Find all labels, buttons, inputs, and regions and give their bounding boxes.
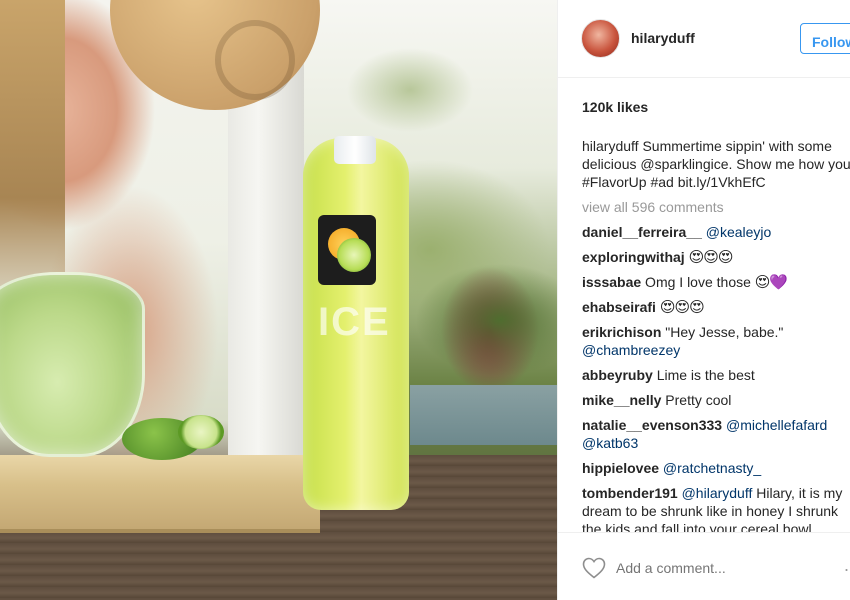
heart-eyes-emoji: 😍😍😍 bbox=[659, 298, 705, 316]
comment-username[interactable]: erikrichison bbox=[582, 324, 661, 340]
lime-drink-glass bbox=[0, 272, 145, 457]
comment: ehabseirafi 😍😍😍 bbox=[582, 298, 850, 316]
comment-username[interactable]: hippielovee bbox=[582, 460, 659, 476]
follow-button[interactable]: Follow bbox=[800, 23, 850, 54]
comment-username[interactable]: isssabae bbox=[582, 274, 641, 290]
heart-icon[interactable] bbox=[582, 557, 606, 579]
comment-mention[interactable]: @ratchetnasty_ bbox=[663, 460, 761, 476]
comment: tombender191 @hilaryduff Hilary, it is m… bbox=[582, 484, 850, 538]
caption-hashtag[interactable]: #FlavorUp bbox=[582, 174, 647, 190]
post-side-panel: hilaryduff Follow 120k likes hilaryduff … bbox=[557, 0, 850, 600]
comment-text: Omg I love those bbox=[641, 274, 755, 290]
comment-username[interactable]: abbeyruby bbox=[582, 367, 653, 383]
post-username[interactable]: hilaryduff bbox=[631, 30, 695, 46]
comment-username[interactable]: tombender191 bbox=[582, 485, 678, 501]
comment-username[interactable]: daniel__ferreira__ bbox=[582, 224, 702, 240]
heart-eyes-purple-heart-emoji: 😍💜 bbox=[754, 273, 788, 291]
comment-mention[interactable]: @katb63 bbox=[582, 435, 638, 451]
caption-username[interactable]: hilaryduff bbox=[582, 138, 639, 154]
pool-background bbox=[410, 385, 557, 445]
hat-band bbox=[215, 20, 295, 100]
comment: isssabae Omg I love those 😍💜 bbox=[582, 273, 850, 291]
post-header: hilaryduff Follow bbox=[558, 0, 850, 78]
caption-link[interactable]: bit.ly/1VkhEfC bbox=[674, 174, 766, 190]
comments-list: hilaryduff Summertime sippin' with some … bbox=[582, 137, 850, 545]
comment: daniel__ferreira__ @kealeyjo bbox=[582, 223, 850, 241]
post-caption: hilaryduff Summertime sippin' with some … bbox=[582, 137, 850, 191]
comment: erikrichison "Hey Jesse, babe." @chambre… bbox=[582, 323, 850, 359]
comment-mention[interactable]: @kealeyjo bbox=[706, 224, 772, 240]
comment-text: "Hey Jesse, babe." bbox=[661, 324, 784, 340]
comment: exploringwithaj 😍😍😍 bbox=[582, 248, 850, 266]
caption-mention[interactable]: @sparklingice bbox=[640, 156, 728, 172]
comment: abbeyruby Lime is the best bbox=[582, 366, 850, 384]
comment-username[interactable]: natalie__evenson333 bbox=[582, 417, 722, 433]
bottle-brand-text: ICE bbox=[318, 300, 391, 344]
comment-mention[interactable]: @hilaryduff bbox=[682, 485, 753, 501]
view-all-comments-link[interactable]: view all 596 comments bbox=[582, 198, 850, 216]
caption-hashtag[interactable]: #ad bbox=[650, 174, 673, 190]
comment-text: Pretty cool bbox=[661, 392, 732, 408]
comment-username[interactable]: mike__nelly bbox=[582, 392, 661, 408]
comment-mention[interactable]: @chambreezey bbox=[582, 342, 680, 358]
add-comment-input[interactable] bbox=[616, 557, 836, 579]
post-photo[interactable]: ICE bbox=[0, 0, 557, 600]
comment-username[interactable]: exploringwithaj bbox=[582, 249, 685, 265]
bottle-cap bbox=[334, 136, 376, 164]
comment-bar: ... bbox=[558, 532, 850, 600]
comment: mike__nelly Pretty cool bbox=[582, 391, 850, 409]
comment: natalie__evenson333 @michellefafard @katb… bbox=[582, 416, 850, 452]
cutting-board bbox=[0, 455, 320, 533]
comment-username[interactable]: ehabseirafi bbox=[582, 299, 656, 315]
avatar[interactable] bbox=[581, 19, 620, 58]
heart-eyes-emoji: 😍😍😍 bbox=[688, 248, 734, 266]
lime-slice bbox=[178, 415, 224, 449]
comment-text: Lime is the best bbox=[652, 367, 755, 383]
caption-text-mid: . Show me how you bbox=[728, 156, 850, 172]
comment: hippielovee @ratchetnasty_ bbox=[582, 459, 850, 477]
likes-count[interactable]: 120k likes bbox=[582, 99, 648, 115]
comment-mention[interactable]: @michellefafard bbox=[726, 417, 827, 433]
label-lime-slice bbox=[337, 238, 371, 272]
more-options-icon[interactable]: ... bbox=[844, 555, 850, 576]
